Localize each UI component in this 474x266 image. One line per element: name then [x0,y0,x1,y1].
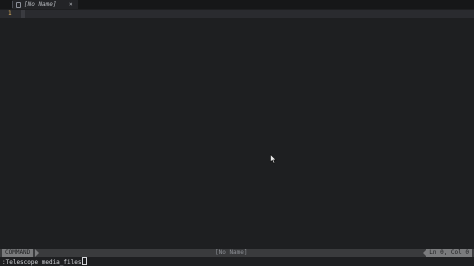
cursor-position: Ln 0, Col 0 [426,249,472,257]
command-cursor [82,257,88,265]
statusline-filename: [No Name] [215,249,248,256]
tab-separator [12,1,13,8]
mode-indicator: COMMAND [2,249,34,257]
close-icon[interactable]: × [69,0,73,9]
cursor-line [0,10,474,18]
statusline: COMMAND [No Name] Ln 0, Col 0 [0,249,474,257]
tabline: [No Name] × [0,0,474,9]
command-line-text[interactable]: :Telescope media_files [2,257,88,266]
command-line[interactable]: :Telescope media_files [0,257,474,266]
tab-no-name[interactable]: [No Name] × [12,0,78,9]
line-number: 1 [8,10,12,17]
mouse-pointer-icon [270,154,277,164]
command-text: :Telescope media_files [2,259,82,266]
tab-label: [No Name] [24,1,57,8]
text-cursor [21,10,25,18]
mode-separator [35,249,39,257]
file-icon [16,2,21,8]
editor-window: [No Name] × 1 COMMAND [No Name] Ln 0, Co… [0,0,474,266]
